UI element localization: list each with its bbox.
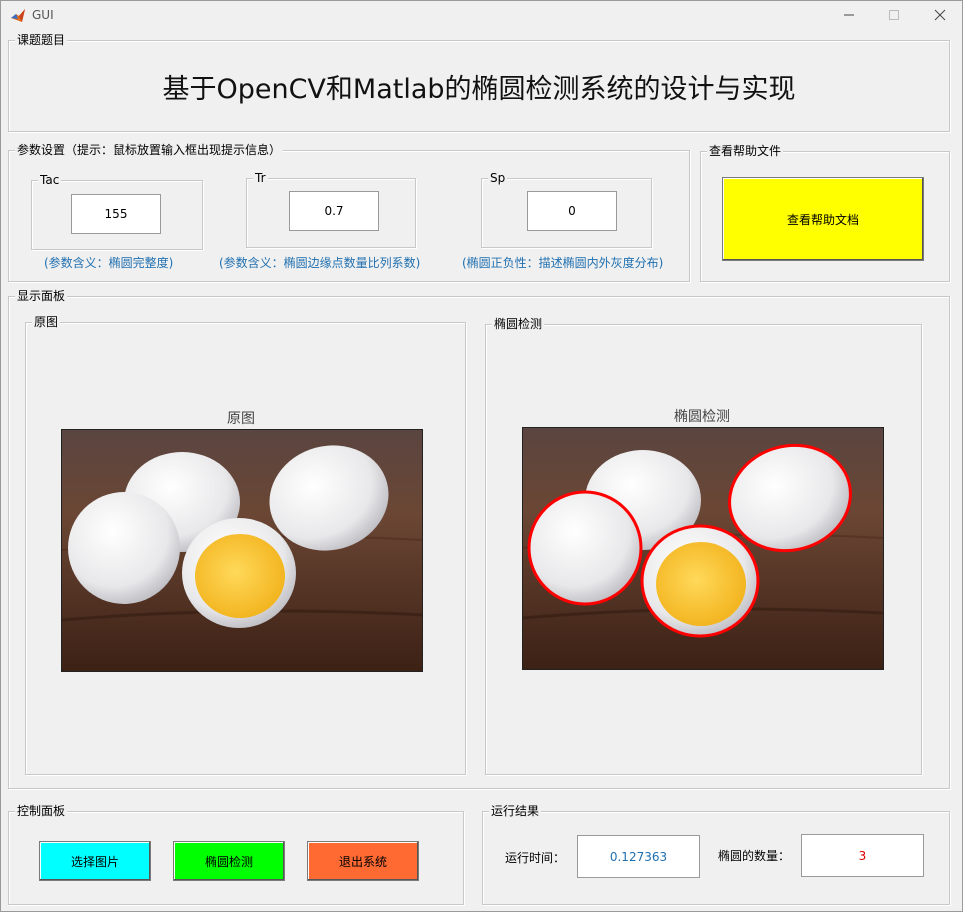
tr-input[interactable]: 0.7 xyxy=(289,191,379,231)
tr-label: Tr xyxy=(253,171,268,185)
detect-image xyxy=(522,427,884,670)
help-legend: 查看帮助文件 xyxy=(707,144,784,158)
close-icon[interactable] xyxy=(917,1,963,29)
topic-title: 基于OpenCV和Matlab的椭圆检测系统的设计与实现 xyxy=(162,74,796,105)
display-group: 显示面板 原图 原图 椭圆检测 椭圆检测 xyxy=(8,289,950,789)
tac-label: Tac xyxy=(38,173,62,187)
tr-hint: (参数含义：椭圆边缘点数量比列系数) xyxy=(219,256,421,270)
help-group: 查看帮助文件 查看帮助文档 xyxy=(700,144,950,282)
params-group: 参数设置（提示：鼠标放置输入框出现提示信息） Tac 155 (参数含义：椭圆完… xyxy=(8,143,690,282)
sp-group: Sp 0 xyxy=(481,171,652,248)
run-time-value: 0.127363 xyxy=(577,835,700,878)
original-image xyxy=(61,429,423,672)
matlab-icon xyxy=(11,9,25,22)
help-button[interactable]: 查看帮助文档 xyxy=(722,177,924,261)
detect-image-title: 椭圆检测 xyxy=(674,409,730,425)
tac-group: Tac 155 xyxy=(31,173,203,250)
ellipse-count-value: 3 xyxy=(801,834,924,877)
results-legend: 运行结果 xyxy=(489,804,542,818)
topic-group: 课题题目 基于OpenCV和Matlab的椭圆检测系统的设计与实现 xyxy=(8,33,950,132)
original-group: 原图 原图 xyxy=(25,315,466,775)
run-time-label: 运行时间： xyxy=(505,851,566,865)
window-title: GUI xyxy=(32,8,54,22)
sp-hint: (椭圆正负性：描述椭圆内外灰度分布) xyxy=(462,256,664,270)
detect-group: 椭圆检测 椭圆检测 xyxy=(485,317,922,775)
original-legend: 原图 xyxy=(32,315,61,329)
detect-legend: 椭圆检测 xyxy=(492,317,545,331)
params-legend: 参数设置（提示：鼠标放置输入框出现提示信息） xyxy=(15,143,284,157)
select-image-button[interactable]: 选择图片 xyxy=(39,841,151,881)
sp-label: Sp xyxy=(488,171,508,185)
original-image-title: 原图 xyxy=(227,411,255,427)
tac-input[interactable]: 155 xyxy=(71,194,161,234)
tr-group: Tr 0.7 xyxy=(246,171,416,248)
ellipse-count-label: 椭圆的数量： xyxy=(718,849,791,863)
title-bar[interactable]: GUI xyxy=(1,1,962,29)
topic-legend: 课题题目 xyxy=(15,33,68,47)
tac-hint: (参数含义：椭圆完整度) xyxy=(44,256,174,270)
detect-ellipse-button[interactable]: 椭圆检测 xyxy=(173,841,285,881)
display-legend: 显示面板 xyxy=(15,289,68,303)
exit-system-button[interactable]: 退出系统 xyxy=(307,841,419,881)
minimize-icon[interactable] xyxy=(826,1,872,29)
results-group: 运行结果 运行时间： 0.127363 椭圆的数量： 3 xyxy=(482,804,950,905)
maximize-icon[interactable] xyxy=(871,1,917,29)
control-group: 控制面板 选择图片 椭圆检测 退出系统 xyxy=(8,804,464,905)
control-legend: 控制面板 xyxy=(15,804,68,818)
sp-input[interactable]: 0 xyxy=(527,191,617,231)
